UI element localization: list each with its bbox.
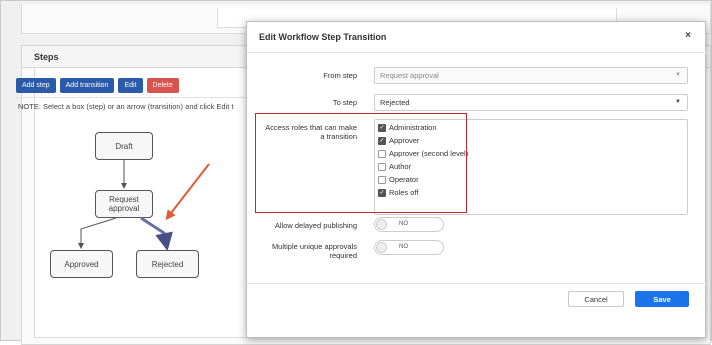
multiple-approvals-label-line: Multiple unique approvals [271,242,357,251]
step-node-label: approval [108,204,140,213]
save-button[interactable]: Save [635,291,689,307]
delayed-publishing-toggle[interactable]: NO [374,217,444,232]
toggle-knob [376,219,387,230]
toggle-state: NO [399,221,408,227]
app-frame: Steps Add step Add transition Edit Delet… [0,0,712,345]
toggle-knob [376,242,387,253]
to-step-select[interactable]: Rejected ▼ [374,94,688,111]
chevron-down-icon: ▼ [675,99,681,105]
close-icon[interactable]: × [685,30,691,41]
dialog-title: Edit Workflow Step Transition [259,32,387,42]
delete-button[interactable]: Delete [146,78,179,93]
step-node-label: Request [109,195,139,204]
step-node-label: Approved [64,259,99,269]
steps-toolbar: Add step Add transition Edit Delete [16,78,179,93]
edit-button[interactable]: Edit [118,78,143,93]
toggle-state: NO [399,244,408,250]
add-transition-button[interactable]: Add transition [59,78,115,93]
multiple-approvals-label-line: required [329,251,357,260]
add-step-button[interactable]: Add step [16,78,56,93]
from-step-select[interactable]: Request approval ▼ [374,67,688,84]
multiple-approvals-toggle[interactable]: NO [374,240,444,255]
to-step-label: To step [332,98,357,107]
toolbar-divider [16,97,251,98]
step-node-rejected[interactable]: Rejected [136,250,199,278]
step-node-request-approval[interactable]: Request approval [95,190,153,218]
multiple-approvals-label: Multiple unique approvals required [257,242,357,260]
from-step-label: From step [323,71,357,80]
step-node-approved[interactable]: Approved [50,250,113,278]
dialog-footer-divider [247,283,707,284]
to-step-value: Rejected [380,98,410,107]
from-step-value: Request approval [380,71,439,80]
chevron-down-icon: ▼ [675,72,681,78]
step-node-label: Draft [115,141,133,151]
delayed-publishing-label: Allow delayed publishing [274,221,357,230]
dialog-header-divider [247,52,707,53]
step-node-draft[interactable]: Draft [95,132,153,160]
cancel-button[interactable]: Cancel [568,291,624,307]
roles-highlight-box [255,113,467,213]
step-node-label: Rejected [151,259,184,269]
steps-note: NOTE: Select a box (step) or an arrow (t… [18,102,234,111]
